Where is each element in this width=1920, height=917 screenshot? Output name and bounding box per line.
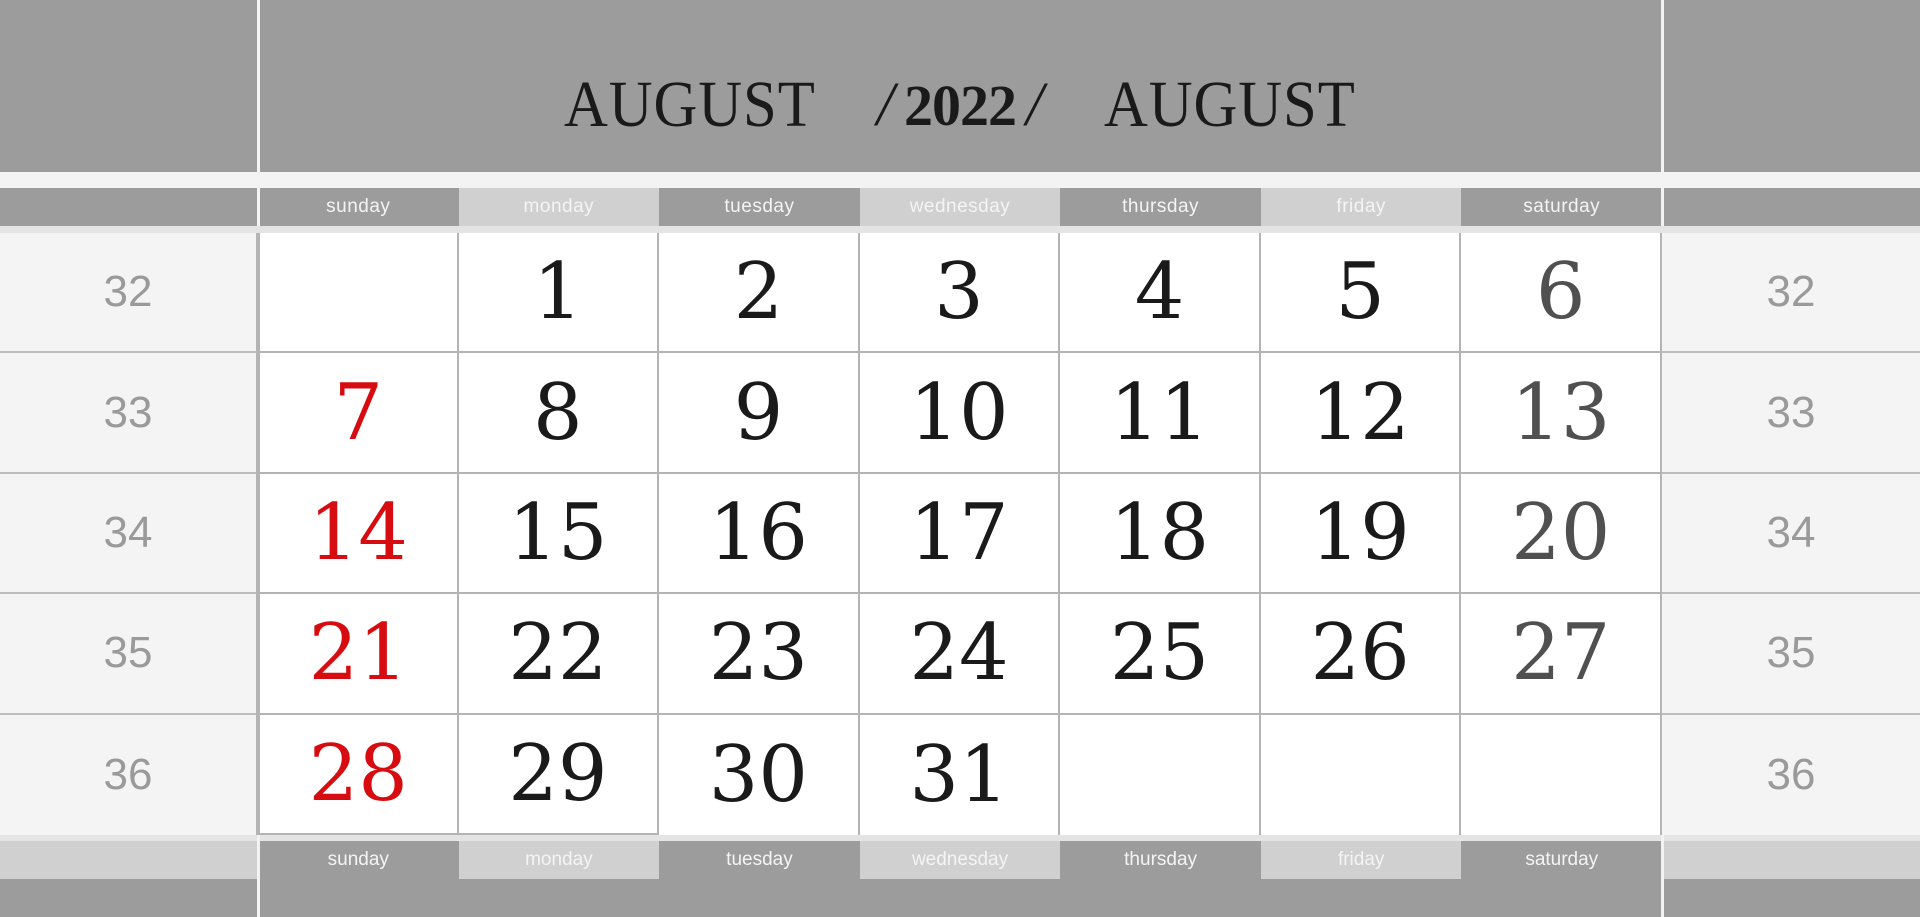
- week-number: 36: [103, 749, 153, 799]
- weekday-label: wednesday: [859, 841, 1061, 879]
- weekday-label: friday: [1260, 188, 1462, 226]
- grid-top-strip: [0, 226, 1920, 233]
- month-grid: 1 2 3 4 5 6 7 8 9 10 11 12 13 14 15 16 17 18 19 20 21 22 23 24 2…: [258, 233, 1662, 835]
- day-cell[interactable]: 22: [458, 594, 660, 715]
- weekday-label: monday: [458, 841, 660, 879]
- bottom-side-right: [1662, 841, 1920, 879]
- year-label: 2022: [904, 72, 1017, 138]
- weekday-header-top: sunday monday tuesday wednesday thursday…: [0, 188, 1920, 226]
- day-cell[interactable]: 9: [659, 353, 860, 474]
- week-number: 36: [1766, 749, 1816, 799]
- day-cell[interactable]: 2: [659, 233, 860, 354]
- month-name-left: AUGUST: [564, 68, 816, 141]
- weekday-divider-left: [257, 188, 260, 226]
- weekday-label: thursday: [1060, 841, 1261, 879]
- day-cell[interactable]: 21: [258, 594, 459, 715]
- weekday-label: saturday: [1461, 841, 1663, 879]
- day-cell[interactable]: 1: [458, 233, 660, 354]
- title-slash-left: /: [876, 70, 894, 139]
- day-cell[interactable]: 3: [859, 233, 1061, 354]
- day-cell[interactable]: 11: [1060, 353, 1261, 474]
- day-cell[interactable]: 12: [1260, 353, 1462, 474]
- weekday-label: sunday: [257, 188, 459, 226]
- week-number: 33: [0, 353, 256, 474]
- week-numbers-right: 32 33 34 35 36: [1662, 233, 1920, 835]
- empty-day-cell: [1060, 714, 1261, 835]
- day-cell[interactable]: 7: [258, 353, 459, 474]
- empty-day-cell: [258, 233, 459, 354]
- day-cell[interactable]: 8: [458, 353, 660, 474]
- title-slash-right: /: [1026, 70, 1044, 139]
- weekday-header-side-right: [1662, 188, 1920, 226]
- week-number: 34: [1662, 474, 1920, 595]
- day-cell[interactable]: 31: [859, 714, 1061, 835]
- week-numbers-left: 32 33 34 35 36: [0, 233, 258, 835]
- day-cell[interactable]: 5: [1260, 233, 1462, 354]
- day-cell[interactable]: 25: [1060, 594, 1261, 715]
- day-cell[interactable]: 26: [1260, 594, 1462, 715]
- day-cell[interactable]: 27: [1461, 594, 1662, 715]
- weekday-label: friday: [1260, 841, 1462, 879]
- weekday-label: tuesday: [659, 188, 860, 226]
- month-name-right: AUGUST: [1104, 68, 1356, 141]
- header-separator-strip: [0, 172, 1920, 188]
- week-number: 33: [1662, 353, 1920, 474]
- weekday-divider-right: [1661, 188, 1664, 226]
- weekday-label: monday: [458, 188, 660, 226]
- weekday-header-bottom: sunday monday tuesday wednesday thursday…: [258, 841, 1663, 879]
- empty-day-cell: [1260, 714, 1462, 835]
- day-cell[interactable]: 28: [258, 714, 459, 835]
- day-cell[interactable]: 10: [859, 353, 1061, 474]
- weekday-label: sunday: [258, 841, 459, 879]
- day-cell[interactable]: 18: [1060, 473, 1261, 595]
- day-cell[interactable]: 4: [1060, 233, 1261, 354]
- day-cell[interactable]: 29: [458, 714, 660, 835]
- day-cell[interactable]: 16: [659, 473, 860, 595]
- week-number: 35: [1662, 594, 1920, 715]
- weekday-header-side-left: [0, 188, 258, 226]
- day-cell[interactable]: 6: [1461, 233, 1662, 354]
- weekday-label: tuesday: [659, 841, 860, 879]
- weekday-label: wednesday: [859, 188, 1061, 226]
- day-cell[interactable]: 23: [659, 594, 860, 715]
- week-number: 32: [0, 233, 256, 354]
- day-cell[interactable]: 30: [659, 714, 860, 835]
- week-number: 34: [0, 474, 256, 595]
- day-cell[interactable]: 17: [859, 473, 1061, 595]
- day-cell[interactable]: 13: [1461, 353, 1662, 474]
- weekday-label: thursday: [1060, 188, 1261, 226]
- day-cell[interactable]: 24: [859, 594, 1061, 715]
- bottom-divider-right: [1661, 835, 1664, 917]
- week-number: 35: [0, 594, 256, 715]
- calendar-title: AUGUST / 2022 / AUGUST: [258, 60, 1662, 150]
- bottom-side-left: [0, 841, 258, 879]
- day-cell[interactable]: 15: [458, 473, 660, 595]
- empty-day-cell: [1461, 714, 1662, 835]
- day-cell[interactable]: 19: [1260, 473, 1462, 595]
- weekday-label: saturday: [1461, 188, 1663, 226]
- day-cell[interactable]: 14: [258, 473, 459, 595]
- day-cell[interactable]: 20: [1461, 473, 1662, 595]
- bottom-divider-left: [257, 835, 260, 917]
- week-number: 32: [1662, 233, 1920, 354]
